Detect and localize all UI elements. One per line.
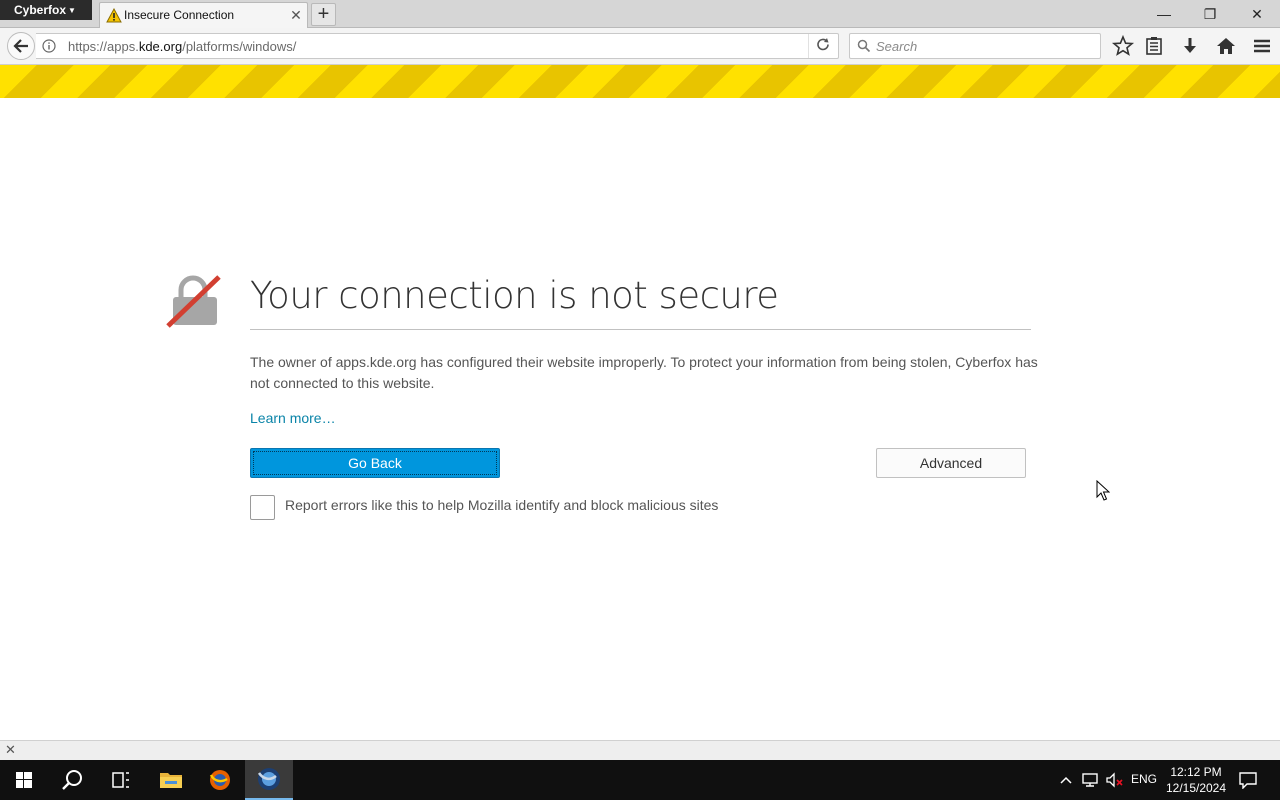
navigation-toolbar: https://apps.kde.org/platforms/windows/	[0, 28, 1280, 65]
download-icon[interactable]	[1178, 34, 1202, 58]
tab-title: Insecure Connection	[124, 8, 235, 22]
tab-strip: Cyberfox ▼ Insecure Connection ✕ + — ❐ ✕	[0, 0, 1280, 28]
chevron-up-icon[interactable]	[1058, 772, 1074, 788]
status-close-icon[interactable]: ✕	[5, 742, 16, 758]
cyberfox-taskbar-button[interactable]	[245, 760, 293, 800]
search-icon	[857, 39, 871, 53]
warning-icon	[106, 8, 122, 23]
tab-close-icon[interactable]: ✕	[289, 6, 303, 24]
language-indicator[interactable]: ENG	[1131, 772, 1157, 800]
minimize-button[interactable]: —	[1141, 0, 1187, 28]
status-bar: ✕	[0, 740, 1280, 760]
app-menu-label: Cyberfox	[14, 3, 67, 17]
info-icon[interactable]	[42, 39, 56, 53]
url-host: kde.org	[138, 39, 183, 54]
window-close-button[interactable]: ✕	[1234, 0, 1280, 28]
volume-muted-icon[interactable]	[1105, 771, 1125, 789]
url-bar[interactable]: https://apps.kde.org/platforms/windows/	[36, 33, 839, 59]
clock-time: 12:12 PM	[1170, 765, 1222, 779]
notifications-icon[interactable]	[1238, 771, 1258, 789]
back-arrow-icon	[13, 39, 28, 53]
system-clock[interactable]: 12:12 PM 12/15/2024	[1160, 764, 1232, 796]
tab-insecure-connection[interactable]: Insecure Connection ✕	[99, 2, 308, 28]
mouse-cursor-icon	[1096, 480, 1110, 501]
windows-logo-icon	[16, 772, 32, 788]
error-title: Your connection is not secure	[250, 274, 779, 317]
report-errors-label: Report errors like this to help Mozilla …	[285, 497, 719, 513]
search-input[interactable]	[876, 37, 1096, 55]
menu-hamburger-icon[interactable]	[1250, 34, 1274, 58]
taskbar-search-icon	[62, 770, 82, 790]
url-prefix: https://apps.	[68, 39, 139, 54]
firefox-icon	[209, 770, 230, 790]
go-back-button[interactable]: Go Back	[250, 448, 500, 478]
task-view-icon	[112, 772, 129, 788]
app-menu-button[interactable]: Cyberfox ▼	[0, 0, 92, 20]
advanced-button[interactable]: Advanced	[876, 448, 1026, 478]
restore-button[interactable]: ❐	[1187, 0, 1233, 28]
file-explorer-button[interactable]	[147, 760, 195, 800]
warning-stripe	[0, 65, 1280, 98]
bookmarks-list-icon[interactable]	[1142, 34, 1166, 58]
windows-taskbar: ENG 12:12 PM 12/15/2024	[0, 760, 1280, 800]
report-errors-checkbox[interactable]	[250, 495, 275, 520]
title-divider	[250, 329, 1031, 330]
reload-icon	[817, 38, 829, 51]
url-path: /platforms/windows/	[182, 39, 297, 54]
cyberfox-icon	[257, 768, 280, 790]
caret-down-icon: ▼	[68, 6, 76, 15]
bookmark-star-icon[interactable]	[1111, 34, 1135, 58]
search-bar[interactable]	[849, 33, 1101, 59]
firefox-taskbar-button[interactable]	[196, 760, 244, 800]
reload-button[interactable]	[808, 34, 838, 58]
back-button[interactable]	[7, 32, 35, 60]
folder-icon	[160, 773, 182, 788]
network-icon[interactable]	[1081, 771, 1101, 789]
home-icon[interactable]	[1214, 34, 1238, 58]
clock-date: 12/15/2024	[1165, 781, 1227, 795]
url-text[interactable]: https://apps.kde.org/platforms/windows/	[68, 39, 296, 54]
error-description: The owner of apps.kde.org has configured…	[250, 354, 1038, 391]
learn-more-link[interactable]: Learn more…	[250, 410, 336, 426]
broken-lock-icon	[166, 275, 221, 328]
new-tab-button[interactable]: +	[311, 3, 336, 26]
start-button[interactable]	[0, 760, 48, 800]
task-view-button[interactable]	[96, 760, 144, 800]
search-taskbar-button[interactable]	[48, 760, 96, 800]
